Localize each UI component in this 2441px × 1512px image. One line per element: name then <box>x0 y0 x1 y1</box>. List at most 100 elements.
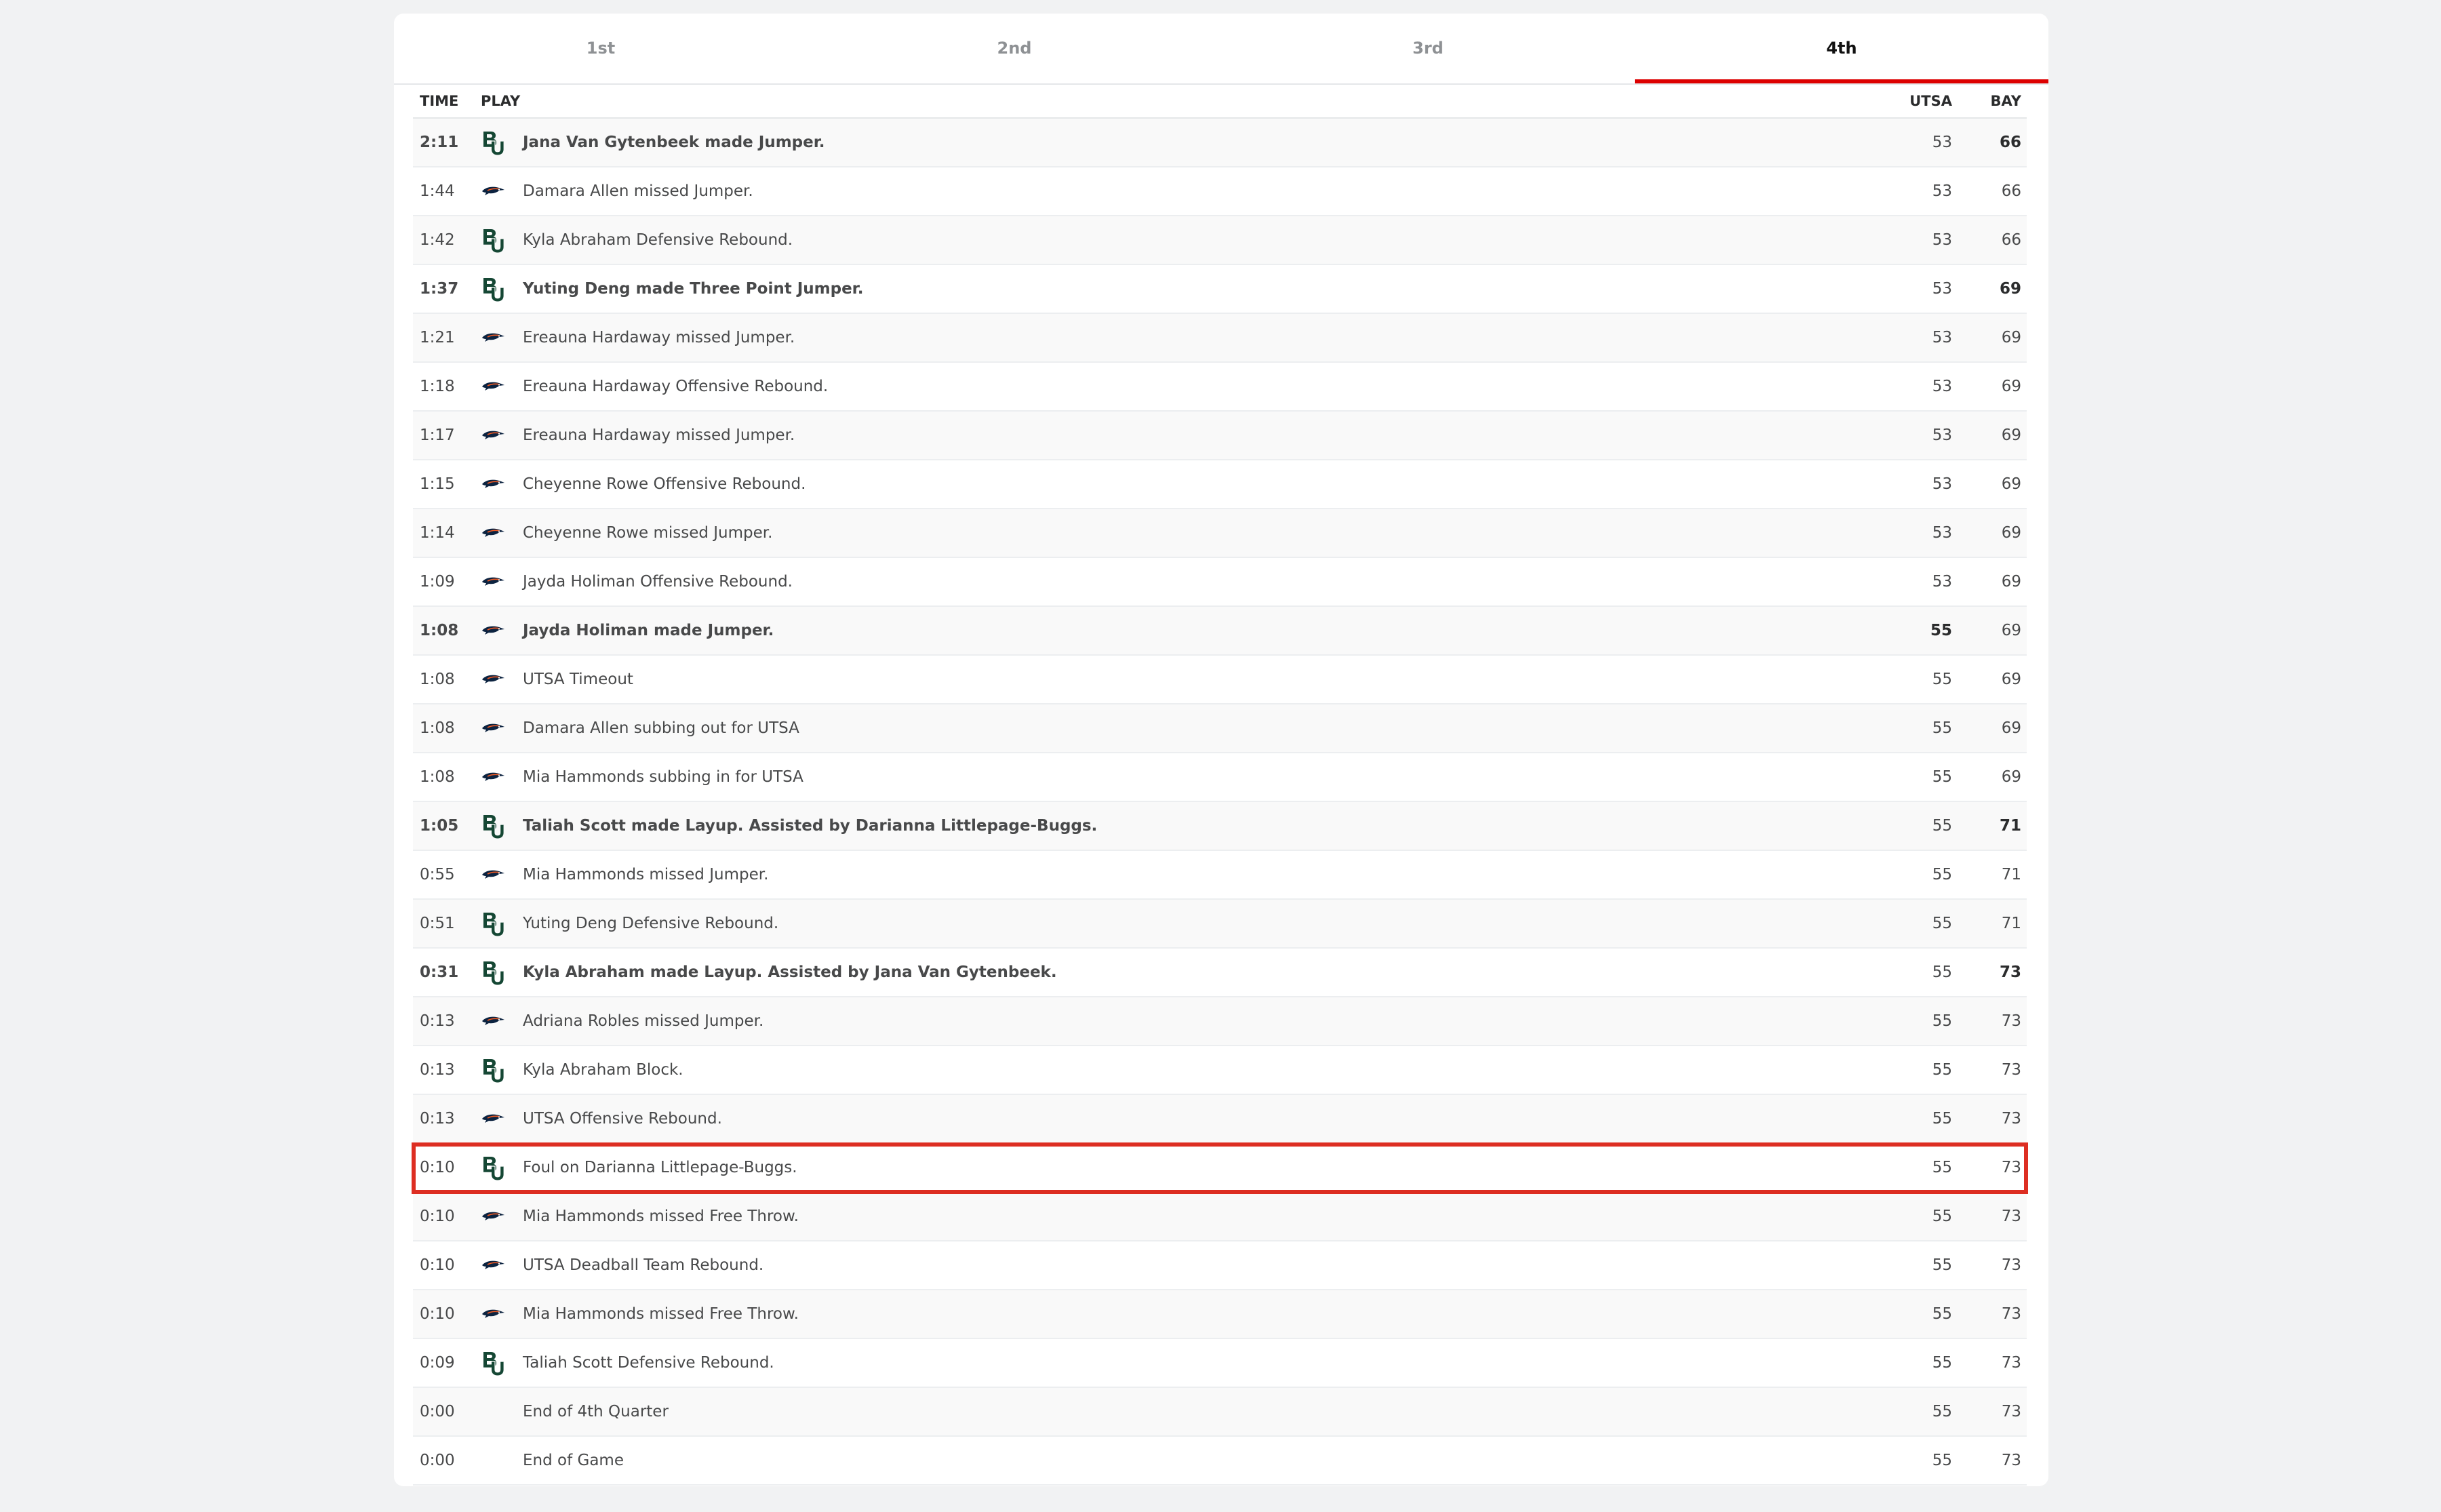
play-description: Cheyenne Rowe Offensive Rebound. <box>523 475 806 493</box>
table-header: TIME PLAY UTSA BAY <box>413 85 2027 119</box>
tab-1st[interactable]: 1st <box>394 14 808 82</box>
utsa-score: 53 <box>1932 182 1952 200</box>
tab-4th[interactable]: 4th <box>1635 14 2048 83</box>
utsa-score: 55 <box>1932 671 1952 688</box>
bay-score: 69 <box>2001 768 2021 786</box>
bay-score: 69 <box>2001 378 2021 395</box>
table-row: 1:17 Ereauna Hardaway missed Jumper. 53 69 <box>413 412 2027 460</box>
play-description: UTSA Deadball Team Rebound. <box>523 1256 764 1274</box>
tab-3rd[interactable]: 3rd <box>1221 14 1635 82</box>
play-time: 1:18 <box>420 378 455 395</box>
bay-score: 73 <box>2001 1208 2021 1225</box>
utsa-score: 53 <box>1932 475 1952 493</box>
bay-score: 66 <box>1999 134 2021 151</box>
play-description: UTSA Timeout <box>523 671 633 688</box>
baylor-logo-icon <box>481 1155 523 1180</box>
utsa-logo-icon <box>481 575 523 589</box>
play-description: End of 4th Quarter <box>523 1403 669 1420</box>
baylor-logo-icon <box>481 1350 523 1376</box>
play-time: 0:13 <box>420 1061 455 1079</box>
baylor-logo-icon <box>481 227 523 253</box>
bay-score: 69 <box>2001 524 2021 542</box>
play-time: 0:13 <box>420 1012 455 1030</box>
play-time: 0:10 <box>420 1305 455 1323</box>
table-body: 2:11 Jana Van Gytenbeek made Jumper. 53 66 1… <box>412 119 2028 1486</box>
play-description: Kyla Abraham Defensive Rebound. <box>523 231 793 249</box>
play-time: 1:42 <box>420 231 455 249</box>
bay-score: 69 <box>2001 719 2021 737</box>
play-time: 1:21 <box>420 329 455 346</box>
bay-score: 71 <box>2001 866 2021 883</box>
bay-score: 73 <box>2001 1110 2021 1128</box>
utsa-score: 55 <box>1932 1354 1952 1372</box>
play-description: Kyla Abraham Block. <box>523 1061 683 1079</box>
quarter-tabs: 1st 2nd 3rd 4th <box>394 14 2048 85</box>
play-description: Foul on Darianna Littlepage-Buggs. <box>523 1159 797 1176</box>
table-row: 0:13 UTSA Offensive Rebound. 55 73 <box>413 1095 2027 1144</box>
utsa-logo-icon <box>481 624 523 637</box>
table-row: 0:09 Taliah Scott Defensive Rebound. 55 73 <box>413 1339 2027 1388</box>
bay-score: 73 <box>2001 1354 2021 1372</box>
tab-2nd[interactable]: 2nd <box>808 14 1221 82</box>
table-row: 1:42 Kyla Abraham Defensive Rebound. 53 66 <box>413 216 2027 265</box>
play-time: 1:08 <box>420 719 455 737</box>
bay-score: 69 <box>2001 329 2021 346</box>
utsa-logo-icon <box>481 331 523 344</box>
play-description: Taliah Scott made Layup. Assisted by Dar… <box>523 817 1098 835</box>
baylor-logo-icon <box>481 813 523 839</box>
play-time: 0:51 <box>420 915 455 932</box>
table-row: 1:14 Cheyenne Rowe missed Jumper. 53 69 <box>413 509 2027 558</box>
bay-score: 73 <box>2001 1159 2021 1176</box>
play-time: 0:09 <box>420 1354 455 1372</box>
play-time: 0:10 <box>420 1159 455 1176</box>
bay-score: 73 <box>2001 1256 2021 1274</box>
table-row: 1:08 UTSA Timeout 55 69 <box>413 656 2027 704</box>
table-row: 0:13 Adriana Robles missed Jumper. 55 73 <box>413 997 2027 1046</box>
bay-score: 73 <box>2001 1403 2021 1420</box>
bay-score: 69 <box>2001 671 2021 688</box>
utsa-score: 53 <box>1932 280 1952 298</box>
play-description: Mia Hammonds subbing in for UTSA <box>523 768 803 786</box>
play-description: Damara Allen subbing out for UTSA <box>523 719 799 737</box>
play-description: UTSA Offensive Rebound. <box>523 1110 722 1128</box>
play-description: Jayda Holiman made Jumper. <box>523 622 774 639</box>
utsa-score: 55 <box>1932 1452 1952 1469</box>
play-time: 1:15 <box>420 475 455 493</box>
bay-score: 69 <box>1999 280 2021 298</box>
play-description: Mia Hammonds missed Free Throw. <box>523 1305 799 1323</box>
play-time: 1:09 <box>420 573 455 591</box>
header-bay: BAY <box>1990 93 2021 109</box>
play-description: Kyla Abraham made Layup. Assisted by Jan… <box>523 963 1057 981</box>
utsa-logo-icon <box>481 1307 523 1321</box>
header-utsa: UTSA <box>1909 93 1952 109</box>
play-description: Damara Allen missed Jumper. <box>523 182 753 200</box>
play-time: 1:37 <box>420 280 459 298</box>
bay-score: 66 <box>2001 182 2021 200</box>
table-row: 1:44 Damara Allen missed Jumper. 53 66 <box>413 167 2027 216</box>
play-time: 0:55 <box>420 866 455 883</box>
play-time: 0:00 <box>420 1452 455 1469</box>
utsa-logo-icon <box>481 380 523 393</box>
table-row: 0:13 Kyla Abraham Block. 55 73 <box>413 1046 2027 1095</box>
play-description: Mia Hammonds missed Free Throw. <box>523 1208 799 1225</box>
play-description: Jayda Holiman Offensive Rebound. <box>523 573 793 591</box>
baylor-logo-icon <box>481 911 523 936</box>
table-row: 1:15 Cheyenne Rowe Offensive Rebound. 53 69 <box>413 460 2027 509</box>
table-row: 1:09 Jayda Holiman Offensive Rebound. 53 69 <box>413 558 2027 607</box>
bay-score: 73 <box>2001 1061 2021 1079</box>
table-row: 1:05 Taliah Scott made Layup. Assisted by… <box>413 802 2027 851</box>
header-play: PLAY <box>481 93 521 109</box>
utsa-score: 55 <box>1932 1012 1952 1030</box>
play-time: 0:13 <box>420 1110 455 1128</box>
play-time: 1:17 <box>420 426 455 444</box>
play-description: Cheyenne Rowe missed Jumper. <box>523 524 773 542</box>
utsa-logo-icon <box>481 526 523 540</box>
bay-score: 69 <box>2001 426 2021 444</box>
utsa-score: 55 <box>1932 963 1952 981</box>
bay-score: 71 <box>1999 817 2021 835</box>
utsa-score: 55 <box>1932 1256 1952 1274</box>
utsa-score: 53 <box>1932 329 1952 346</box>
utsa-score: 55 <box>1930 622 1952 639</box>
play-time: 1:08 <box>420 768 455 786</box>
utsa-logo-icon <box>481 1014 523 1028</box>
